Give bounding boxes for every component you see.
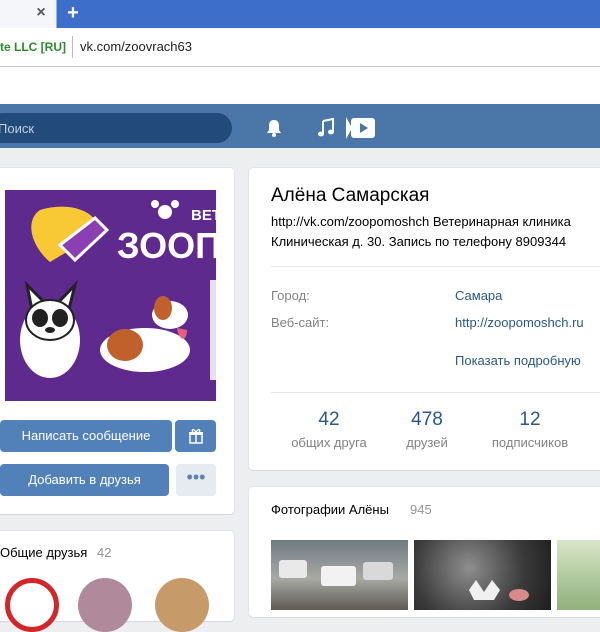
counter-value: 42 (318, 409, 340, 430)
counter-value: 12 (519, 409, 541, 430)
add-friend-button[interactable]: Добавить в друзья (0, 464, 169, 496)
friend-avatar[interactable] (5, 578, 59, 632)
avatar-logo-text: ЗООП (117, 225, 216, 266)
address-bar[interactable]: te LLC [RU] vk.com/zoovrach63 (0, 28, 600, 67)
address-separator (72, 36, 73, 58)
friend-avatar[interactable] (155, 578, 209, 632)
counter-followers[interactable]: 12 подписчиков (480, 409, 580, 450)
counter-label: общих друга (291, 435, 367, 450)
status-line: Клиническая д. 30. Запись по телефону 89… (271, 234, 567, 249)
certificate-label[interactable]: te LLC [RU] (0, 40, 66, 54)
mutual-friends-title[interactable]: Общие друзья (0, 545, 87, 560)
friend-avatar[interactable] (78, 578, 132, 632)
counter-mutual-friends[interactable]: 42 общих друга (279, 409, 379, 450)
photos-count: 945 (410, 502, 432, 517)
browser-tab[interactable]: × (0, 0, 57, 28)
status-line: http://vk.com/zoopomoshch Ветеринарная к… (271, 214, 571, 229)
mutual-friends-count: 42 (97, 545, 112, 560)
divider (271, 266, 600, 267)
gift-icon (188, 429, 203, 444)
avatar-text-top: ВЕТ (191, 207, 216, 224)
site-header (0, 104, 600, 148)
show-details-link[interactable]: Показать подробную (455, 353, 581, 368)
city-label: Город: (271, 288, 310, 303)
search-box[interactable] (0, 113, 232, 143)
url-text[interactable]: vk.com/zoovrach63 (80, 39, 192, 54)
bell-icon[interactable] (264, 118, 284, 138)
avatar-image: ВЕТ ЗООП (5, 190, 216, 401)
search-input[interactable] (0, 113, 198, 143)
avatar[interactable]: ВЕТ ЗООП (5, 190, 216, 401)
browser-toolbar-gap (0, 67, 600, 104)
counter-label: друзей (406, 435, 448, 450)
new-tab-button[interactable]: + (60, 2, 86, 26)
counter-label: подписчиков (491, 435, 569, 450)
photos-title[interactable]: Фотографии Алёны (271, 502, 389, 517)
counter-friends[interactable]: 478 друзей (377, 409, 477, 450)
play-icon[interactable] (346, 117, 376, 139)
city-link[interactable]: Самара (455, 288, 502, 303)
website-link[interactable]: http://zoopomoshch.ru (455, 315, 584, 330)
divider (271, 392, 600, 393)
browser-tab-bar: × + (0, 0, 600, 28)
send-gift-button[interactable] (175, 420, 216, 452)
close-tab-icon[interactable]: × (34, 5, 48, 21)
website-label: Веб-сайт: (271, 315, 330, 330)
counter-value: 478 (411, 409, 443, 430)
more-actions-button[interactable]: ••• (176, 464, 216, 496)
profile-status: http://vk.com/zoopomoshch Ветеринарная к… (271, 212, 600, 252)
profile-name: Алёна Самарская (271, 185, 430, 206)
write-message-button[interactable]: Написать сообщение (0, 420, 172, 452)
music-note-icon[interactable] (316, 118, 336, 138)
